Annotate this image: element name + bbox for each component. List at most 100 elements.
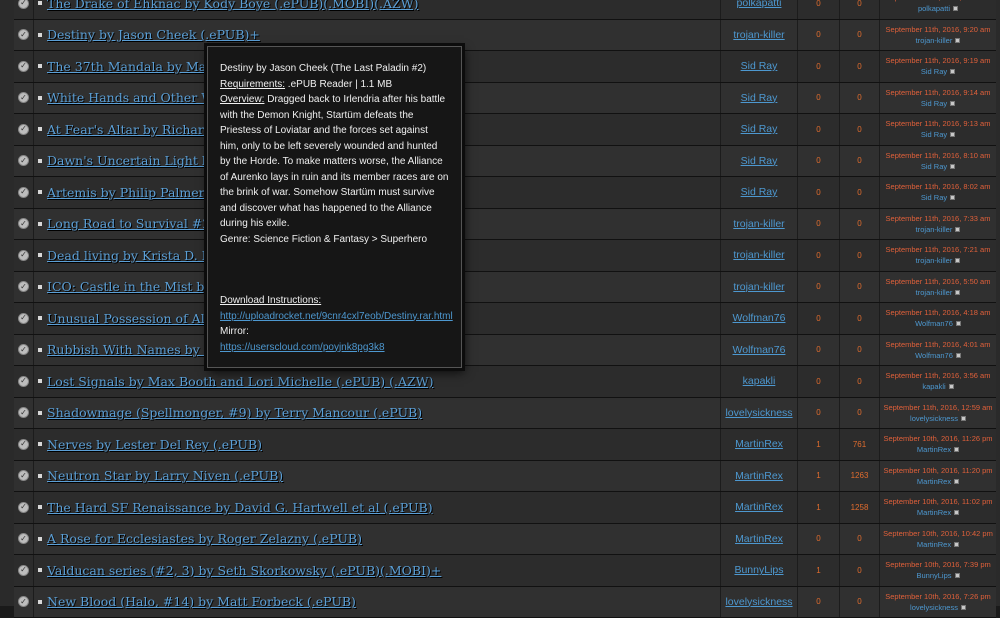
topic-author-link[interactable]: trojan-killer <box>733 249 784 261</box>
go-to-last-post-icon[interactable] <box>950 101 955 106</box>
go-to-last-post-icon[interactable] <box>955 573 960 578</box>
topic-author-link[interactable]: MartinRex <box>735 501 783 513</box>
last-post-user-link[interactable]: Sid Ray <box>921 66 947 77</box>
topic-title-link[interactable]: Nerves by Lester Del Rey (.ePUB) <box>47 437 262 452</box>
last-post-user-link[interactable]: Sid Ray <box>921 98 947 109</box>
topic-views-cell: 0 <box>840 0 880 19</box>
topic-read-icon: ✓ <box>18 0 29 9</box>
topic-title-link[interactable]: New Blood (Halo, #14) by Matt Forbeck (.… <box>47 594 356 609</box>
go-to-last-post-icon[interactable] <box>950 132 955 137</box>
bullet-icon <box>38 127 42 131</box>
last-post-user-link[interactable]: MartinRex <box>917 476 951 487</box>
topic-author-link[interactable]: trojan-killer <box>733 218 784 230</box>
go-to-last-post-icon[interactable] <box>954 510 959 515</box>
last-post-cell: September 11th, 2016, 7:33 amtrojan-kill… <box>880 209 996 240</box>
go-to-last-post-icon[interactable] <box>954 542 959 547</box>
download-link[interactable]: http://uploadrocket.net/9cnr4cxl7eob/Des… <box>220 311 453 322</box>
last-post-cell: September 11th, 2016, 12:59 amlovelysick… <box>880 398 996 429</box>
go-to-last-post-icon[interactable] <box>955 290 960 295</box>
go-to-last-post-icon[interactable] <box>955 258 960 263</box>
go-to-last-post-icon[interactable] <box>955 38 960 43</box>
last-post-user-link[interactable]: trojan-killer <box>916 224 953 235</box>
topic-author-link[interactable]: trojan-killer <box>733 29 784 41</box>
topic-title-link[interactable]: Valducan series (#2, 3) by Seth Skorkows… <box>47 563 441 578</box>
bullet-icon <box>38 568 42 572</box>
view-count: 0 <box>857 219 861 228</box>
last-post-user-link[interactable]: polkapatti <box>918 3 950 14</box>
go-to-last-post-icon[interactable] <box>954 479 959 484</box>
topic-title-link[interactable]: Neutron Star by Larry Niven (.ePUB) <box>47 468 283 483</box>
last-post-user-link[interactable]: trojan-killer <box>916 287 953 298</box>
last-post-user-link[interactable]: Sid Ray <box>921 192 947 203</box>
topic-author-link[interactable]: Sid Ray <box>741 155 778 167</box>
topic-author-link[interactable]: trojan-killer <box>733 281 784 293</box>
last-post-cell: September 11th, 2016, 5:50 amtrojan-kill… <box>880 272 996 303</box>
topic-author-cell: trojan-killer <box>721 20 798 51</box>
topic-title-link[interactable]: Lost Signals by Max Booth and Lori Miche… <box>47 374 433 389</box>
last-post-cell: September 11th, 2016, 9:34 ampolkapatti <box>880 0 996 19</box>
topic-author-link[interactable]: BunnyLips <box>734 564 783 576</box>
mirror-link[interactable]: https://userscloud.com/poyjnk8pg3k8 <box>220 342 385 353</box>
topic-title-link[interactable]: Shadowmage (Spellmonger, #9) by Terry Ma… <box>47 405 422 420</box>
go-to-last-post-icon[interactable] <box>950 69 955 74</box>
go-to-last-post-icon[interactable] <box>955 227 960 232</box>
go-to-last-post-icon[interactable] <box>956 353 961 358</box>
reply-count: 0 <box>816 251 820 260</box>
topic-author-link[interactable]: Sid Ray <box>741 60 778 72</box>
go-to-last-post-icon[interactable] <box>950 164 955 169</box>
last-post-user-link[interactable]: MartinRex <box>917 539 951 550</box>
last-post-user-link[interactable]: lovelysickness <box>910 413 958 424</box>
topic-author-link[interactable]: polkapatti <box>737 0 782 9</box>
last-post-user-link[interactable]: MartinRex <box>917 444 951 455</box>
topic-author-link[interactable]: Sid Ray <box>741 186 778 198</box>
go-to-last-post-icon[interactable] <box>949 384 954 389</box>
last-post-user-link[interactable]: Wolfman76 <box>915 350 953 361</box>
last-post-user-link[interactable]: lovelysickness <box>910 602 958 613</box>
go-to-last-post-icon[interactable] <box>961 416 966 421</box>
last-post-user-link[interactable]: Sid Ray <box>921 161 947 172</box>
topic-views-cell: 1263 <box>840 461 880 492</box>
topic-author-link[interactable]: Wolfman76 <box>733 312 786 324</box>
topic-row: ✓ The Hard SF Renaissance by David G. Har… <box>14 492 996 524</box>
view-count: 0 <box>857 0 861 8</box>
topic-title-link[interactable]: Destiny by Jason Cheek (.ePUB)+ <box>47 27 260 42</box>
topic-read-icon: ✓ <box>18 439 29 450</box>
last-post-user-link[interactable]: Wolfman76 <box>915 318 953 329</box>
topic-read-icon: ✓ <box>18 470 29 481</box>
last-post-user-link[interactable]: BunnyLips <box>916 570 951 581</box>
topic-replies-cell: 0 <box>798 587 840 618</box>
topic-row: ✓Dawn's Uncertain Light by Neal Barrett … <box>14 146 996 178</box>
go-to-last-post-icon[interactable] <box>954 447 959 452</box>
last-post-user-link[interactable]: trojan-killer <box>916 255 953 266</box>
topic-status-cell: ✓ <box>14 492 34 523</box>
last-post-user-link[interactable]: trojan-killer <box>916 35 953 46</box>
download-instructions-label: Download Instructions: <box>220 293 449 309</box>
last-post-user-link[interactable]: Sid Ray <box>921 129 947 140</box>
go-to-last-post-icon[interactable] <box>953 6 958 11</box>
topic-title-link[interactable]: The Drake of Ehknac by Kody Boye (.ePUB)… <box>47 0 418 11</box>
topic-author-link[interactable]: MartinRex <box>735 533 783 545</box>
go-to-last-post-icon[interactable] <box>956 321 961 326</box>
topic-views-cell: 0 <box>840 20 880 51</box>
topic-status-cell: ✓ <box>14 272 34 303</box>
bullet-icon <box>38 64 42 68</box>
topic-author-link[interactable]: MartinRex <box>735 470 783 482</box>
topic-author-link[interactable]: kapakli <box>743 375 776 387</box>
last-post-date: September 11th, 2016, 4:18 am <box>886 307 991 318</box>
topic-author-link[interactable]: Wolfman76 <box>733 344 786 356</box>
last-post-user-link[interactable]: MartinRex <box>917 507 951 518</box>
go-to-last-post-icon[interactable] <box>950 195 955 200</box>
last-post-date: September 11th, 2016, 7:33 am <box>886 213 991 224</box>
topic-title-cell: The Hard SF Renaissance by David G. Hart… <box>34 492 721 523</box>
topic-read-icon: ✓ <box>18 29 29 40</box>
topic-title-link[interactable]: A Rose for Ecclesiastes by Roger Zelazny… <box>47 531 362 546</box>
topic-author-link[interactable]: Sid Ray <box>741 92 778 104</box>
topic-title-link[interactable]: The Hard SF Renaissance by David G. Hart… <box>47 500 433 515</box>
last-post-user-link[interactable]: kapakli <box>922 381 945 392</box>
topic-author-link[interactable]: lovelysickness <box>725 407 792 419</box>
last-post-cell: September 11th, 2016, 4:18 amWolfman76 <box>880 303 996 334</box>
reply-count: 0 <box>816 156 820 165</box>
topic-status-cell: ✓ <box>14 429 34 460</box>
topic-author-link[interactable]: MartinRex <box>735 438 783 450</box>
topic-author-link[interactable]: Sid Ray <box>741 123 778 135</box>
